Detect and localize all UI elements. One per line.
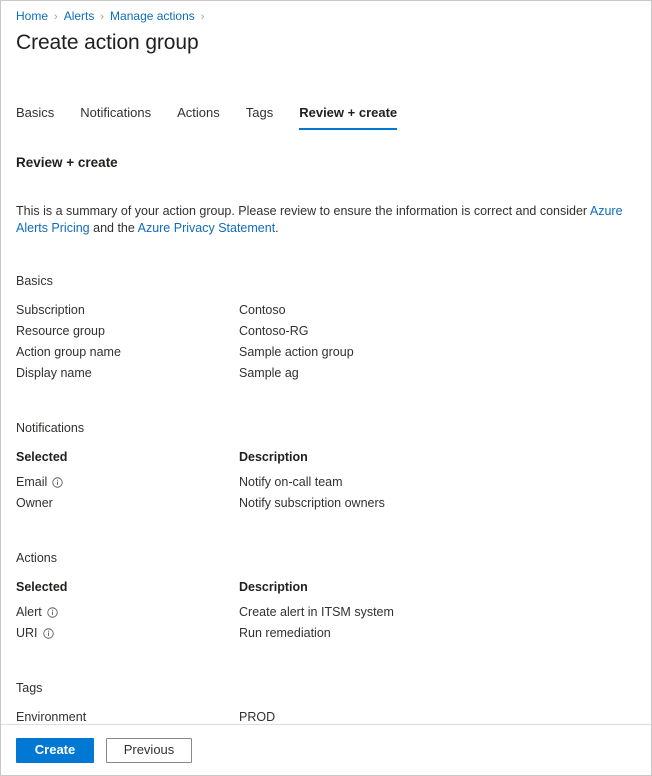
table-row: URI Run remediation xyxy=(16,623,636,644)
row-key-wrap: URI xyxy=(16,623,54,644)
table-row: Email Notify on-call team xyxy=(16,472,636,493)
row-key-label: Email xyxy=(16,472,47,493)
table-row: Alert Create alert in ITSM system xyxy=(16,602,636,623)
breadcrumb-item-alerts[interactable]: Alerts xyxy=(64,9,95,23)
section-heading: Notifications xyxy=(16,420,636,437)
row-value-cell: Notify subscription owners xyxy=(239,493,636,514)
row-key-cell: Email xyxy=(16,472,239,493)
row-key-wrap: Display name xyxy=(16,363,92,384)
row-key-wrap: Resource group xyxy=(16,321,105,342)
row-key-wrap: Subscription xyxy=(16,300,85,321)
summary-text-part-3: . xyxy=(275,221,278,235)
row-value-cell: Sample ag xyxy=(239,363,636,384)
row-key-label: Subscription xyxy=(16,300,85,321)
footer-action-bar: Create Previous xyxy=(1,724,651,775)
chevron-right-icon: › xyxy=(54,11,58,23)
table-row: Owner Notify subscription owners xyxy=(16,493,636,514)
info-icon[interactable] xyxy=(52,477,63,488)
row-key-label: Display name xyxy=(16,363,92,384)
row-key-wrap: Owner xyxy=(16,493,53,514)
summary-text-part-1: This is a summary of your action group. … xyxy=(16,204,590,218)
section-tags: TagsEnvironmentPROD xyxy=(16,680,636,728)
table-row: Resource group Contoso-RG xyxy=(16,321,636,342)
row-key-wrap: Alert xyxy=(16,602,58,623)
summary-text-part-2: and the xyxy=(90,221,138,235)
chevron-right-icon: › xyxy=(100,11,104,23)
table-header-row: SelectedDescription xyxy=(16,447,636,472)
tab-actions[interactable]: Actions xyxy=(177,104,220,130)
breadcrumb-item-home[interactable]: Home xyxy=(16,9,48,23)
tab-bar: Basics Notifications Actions Tags Review + c… xyxy=(16,104,397,130)
row-key-wrap: Action group name xyxy=(16,342,121,363)
row-key-label: URI xyxy=(16,623,38,644)
summary-table: Subscription Contoso Resource group Contoso… xyxy=(16,300,636,384)
breadcrumb: Home › Alerts › Manage actions › xyxy=(16,8,210,25)
chevron-right-icon: › xyxy=(201,11,205,23)
section-heading: Basics xyxy=(16,273,636,290)
row-value-cell: Contoso-RG xyxy=(239,321,636,342)
row-key-cell: Display name xyxy=(16,363,239,384)
section-actions: ActionsSelectedDescriptionAlertCreate al… xyxy=(16,550,636,644)
column-header-description: Description xyxy=(239,577,636,602)
breadcrumb-item-manage-actions[interactable]: Manage actions xyxy=(110,9,195,23)
previous-button[interactable]: Previous xyxy=(106,738,192,763)
row-key-cell: Subscription xyxy=(16,300,239,321)
table-row: Subscription Contoso xyxy=(16,300,636,321)
row-key-cell: URI xyxy=(16,623,239,644)
summary-sections: Basics Subscription Contoso Resource group C… xyxy=(16,273,636,728)
section-heading: Tags xyxy=(16,680,636,697)
info-icon[interactable] xyxy=(47,607,58,618)
column-header-description: Description xyxy=(239,447,636,472)
section-notifications: NotificationsSelectedDescriptionEmailNot… xyxy=(16,420,636,514)
create-button[interactable]: Create xyxy=(16,738,94,763)
column-header-selected: Selected xyxy=(16,577,239,602)
tab-tags[interactable]: Tags xyxy=(246,104,273,130)
table-row: Action group name Sample action group xyxy=(16,342,636,363)
table-header-row: SelectedDescription xyxy=(16,577,636,602)
summary-table: SelectedDescriptionEmailNotify on-call t… xyxy=(16,447,636,514)
section-heading: Actions xyxy=(16,550,636,567)
column-header-selected: Selected xyxy=(16,447,239,472)
main-content: Review + create This is a summary of you… xyxy=(1,149,651,724)
info-icon[interactable] xyxy=(43,628,54,639)
table-row: Display name Sample ag xyxy=(16,363,636,384)
summary-paragraph: This is a summary of your action group. … xyxy=(16,203,624,237)
page-title: Create action group xyxy=(16,29,199,57)
tab-basics[interactable]: Basics xyxy=(16,104,54,130)
section-basics: Basics Subscription Contoso Resource group C… xyxy=(16,273,636,384)
create-action-group-page: Home › Alerts › Manage actions › Create actio… xyxy=(0,0,652,776)
row-key-cell: Action group name xyxy=(16,342,239,363)
tab-review-create[interactable]: Review + create xyxy=(299,104,397,130)
row-key-label: Alert xyxy=(16,602,42,623)
row-key-label: Resource group xyxy=(16,321,105,342)
review-create-heading: Review + create xyxy=(16,153,636,173)
row-key-label: Owner xyxy=(16,493,53,514)
row-value-cell: Contoso xyxy=(239,300,636,321)
row-key-cell: Owner xyxy=(16,493,239,514)
row-value-cell: Run remediation xyxy=(239,623,636,644)
row-value-cell: Notify on-call team xyxy=(239,472,636,493)
row-key-wrap: Email xyxy=(16,472,63,493)
row-key-label: Action group name xyxy=(16,342,121,363)
azure-privacy-statement-link[interactable]: Azure Privacy Statement xyxy=(138,221,276,235)
summary-table: SelectedDescriptionAlertCreate alert in … xyxy=(16,577,636,644)
row-key-cell: Alert xyxy=(16,602,239,623)
tab-notifications[interactable]: Notifications xyxy=(80,104,151,130)
row-value-cell: Create alert in ITSM system xyxy=(239,602,636,623)
row-value-cell: Sample action group xyxy=(239,342,636,363)
row-key-cell: Resource group xyxy=(16,321,239,342)
